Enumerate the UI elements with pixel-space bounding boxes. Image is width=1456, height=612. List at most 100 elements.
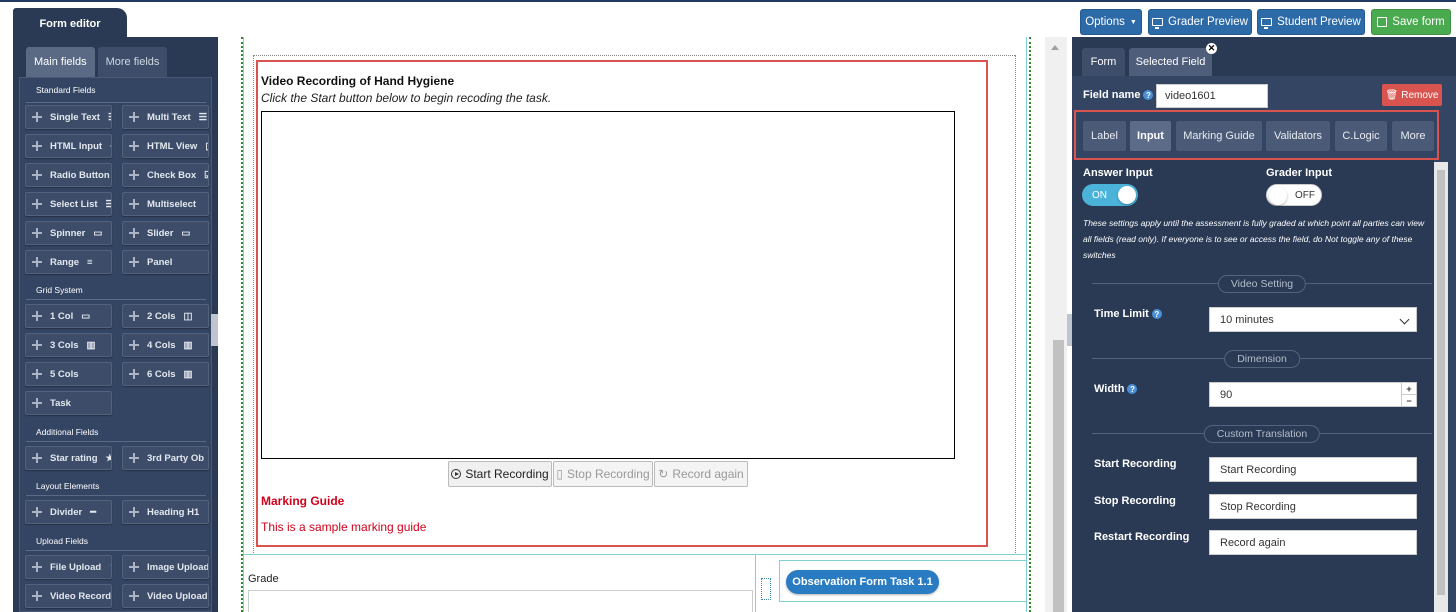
restart-recording-translation-input[interactable]: Record again (1209, 530, 1417, 555)
observation-form-button[interactable]: Observation Form Task 1.1 (786, 570, 939, 594)
move-icon (32, 141, 42, 151)
tab-form[interactable]: Form (1082, 48, 1125, 76)
field-html-input[interactable]: HTML Input </> (25, 134, 112, 158)
record-again-label: Record again (672, 467, 744, 481)
answer-input-toggle[interactable]: ON (1082, 184, 1138, 206)
field-label: Single Text (50, 111, 100, 123)
field-outline (253, 55, 254, 555)
field-single-text[interactable]: Single Text ☰ (25, 105, 112, 129)
subtab-input[interactable]: Input (1130, 121, 1171, 151)
slider-icon: ▭ (181, 227, 191, 239)
field-outline (253, 55, 1015, 56)
field-radio-button[interactable]: Radio Button (25, 163, 112, 187)
field-label: Range (50, 256, 80, 268)
field-2-cols[interactable]: 2 Cols ◫ (122, 304, 209, 328)
field-task[interactable]: Task (25, 391, 112, 415)
field-slider[interactable]: Slider ▭ (122, 221, 209, 245)
field-3rd-party[interactable]: 3rd Party Ob (122, 446, 209, 470)
field-html-view[interactable]: HTML View ▯ (122, 134, 209, 158)
grade-label: Grade (248, 573, 279, 585)
record-again-button[interactable]: ↻ Record again (654, 461, 748, 487)
grader-input-toggle[interactable]: OFF (1266, 184, 1322, 206)
grade-input[interactable] (248, 590, 753, 612)
palette-tabs: Main fields More fields (26, 47, 168, 77)
field-label: Multi Text (147, 111, 191, 123)
field-star-rating[interactable]: Star rating ★ (25, 446, 112, 470)
subtab-conditional-logic[interactable]: C.Logic (1335, 121, 1387, 151)
width-stepper: + − (1401, 382, 1417, 407)
subtab-more[interactable]: More (1392, 121, 1434, 151)
scroll-up-arrow-icon[interactable] (1051, 45, 1059, 50)
field-heading[interactable]: Heading H1 (122, 500, 209, 524)
field-4-cols[interactable]: 4 Cols ▥ (122, 333, 209, 357)
move-icon (129, 112, 139, 122)
field-multiselect[interactable]: Multiselect (122, 192, 209, 216)
field-6-cols[interactable]: 6 Cols ▥ (122, 362, 209, 386)
move-icon (129, 141, 139, 151)
time-limit-label: Time Limit (1094, 308, 1149, 320)
canvas-scrollbar[interactable] (1045, 37, 1067, 612)
move-icon (129, 591, 139, 601)
divider (26, 102, 206, 103)
field-label: Task (50, 397, 71, 409)
tab-form-editor[interactable]: Form editor (13, 8, 127, 39)
field-select-list[interactable]: Select List ☰ (25, 192, 112, 216)
increment-icon[interactable]: + (1402, 383, 1416, 395)
toggle-knob (1118, 186, 1136, 204)
star-icon: ★ (106, 453, 111, 464)
options-label: Options (1085, 16, 1125, 28)
drag-handle-icon[interactable] (761, 578, 771, 600)
time-limit-select[interactable]: 10 minutes (1209, 307, 1417, 332)
form-canvas: Video Recording of Hand Hygiene Click th… (218, 37, 1053, 612)
field-label: 3rd Party Ob (147, 452, 205, 464)
field-range[interactable]: Range ≡ (25, 250, 112, 274)
grader-preview-button[interactable]: Grader Preview (1148, 9, 1252, 35)
field-video-upload[interactable]: Video Upload (122, 584, 209, 608)
stop-recording-button[interactable]: ▯ Stop Recording (553, 461, 653, 487)
field-image-upload[interactable]: Image Upload (122, 555, 209, 579)
scroll-thumb[interactable] (1053, 340, 1064, 612)
field-name-input[interactable]: video1601 (1156, 84, 1268, 108)
subtab-validators[interactable]: Validators (1266, 121, 1330, 151)
width-input[interactable]: 90 + − (1209, 382, 1417, 407)
columns-icon: ◫ (183, 310, 193, 322)
settings-scrollbar[interactable] (1434, 162, 1448, 612)
help-icon[interactable]: ? (1143, 90, 1154, 100)
student-preview-button[interactable]: Student Preview (1257, 9, 1365, 35)
width-label-wrap: Width ? (1094, 383, 1138, 395)
field-check-box[interactable]: Check Box ☑ (122, 163, 209, 187)
stop-recording-translation-input[interactable]: Stop Recording (1209, 494, 1417, 519)
save-form-button[interactable]: Save form (1371, 9, 1451, 35)
options-button[interactable]: Options ▼ (1080, 9, 1142, 35)
decrement-icon[interactable]: − (1402, 395, 1416, 406)
field-divider[interactable]: Divider ━ (25, 500, 112, 524)
field-label: 2 Cols (147, 310, 176, 322)
tab-main-fields[interactable]: Main fields (26, 47, 95, 77)
field-video-record[interactable]: Video Record (25, 584, 112, 608)
move-icon (129, 311, 139, 321)
tab-more-fields[interactable]: More fields (97, 47, 168, 77)
field-multi-text[interactable]: Multi Text ☰ (122, 105, 209, 129)
start-recording-translation-input[interactable]: Start Recording (1209, 457, 1417, 482)
subtab-label[interactable]: Label (1083, 121, 1126, 151)
field-palette-panel: Main fields More fields Standard Fields … (13, 37, 218, 612)
sliders-icon: ≡ (87, 256, 93, 268)
scroll-thumb[interactable] (1437, 170, 1445, 595)
remove-field-button[interactable]: 🗑 Remove (1382, 84, 1442, 106)
play-circle-icon (451, 469, 462, 479)
field-panel[interactable]: Panel (122, 250, 209, 274)
close-icon[interactable]: ✕ (1206, 43, 1217, 54)
field-file-upload[interactable]: File Upload ⇧ (25, 555, 112, 579)
field-5-cols[interactable]: 5 Cols (25, 362, 112, 386)
field-spinner[interactable]: Spinner ▭ (25, 221, 112, 245)
grade-cell: Grade (243, 555, 756, 612)
help-icon[interactable]: ? (1151, 309, 1162, 319)
subtab-marking-guide[interactable]: Marking Guide (1176, 121, 1262, 151)
help-icon[interactable]: ? (1127, 384, 1138, 394)
field-1-col[interactable]: 1 Col ▭ (25, 304, 112, 328)
field-3-cols[interactable]: 3 Cols ▥ (25, 333, 112, 357)
palette-body: Standard Fields Single Text ☰ Multi Text ☰… (19, 77, 212, 612)
tab-selected-field[interactable]: Selected Field (1129, 48, 1212, 76)
marking-guide-text: This is a sample marking guide (261, 520, 427, 534)
start-recording-button[interactable]: Start Recording (448, 461, 552, 487)
